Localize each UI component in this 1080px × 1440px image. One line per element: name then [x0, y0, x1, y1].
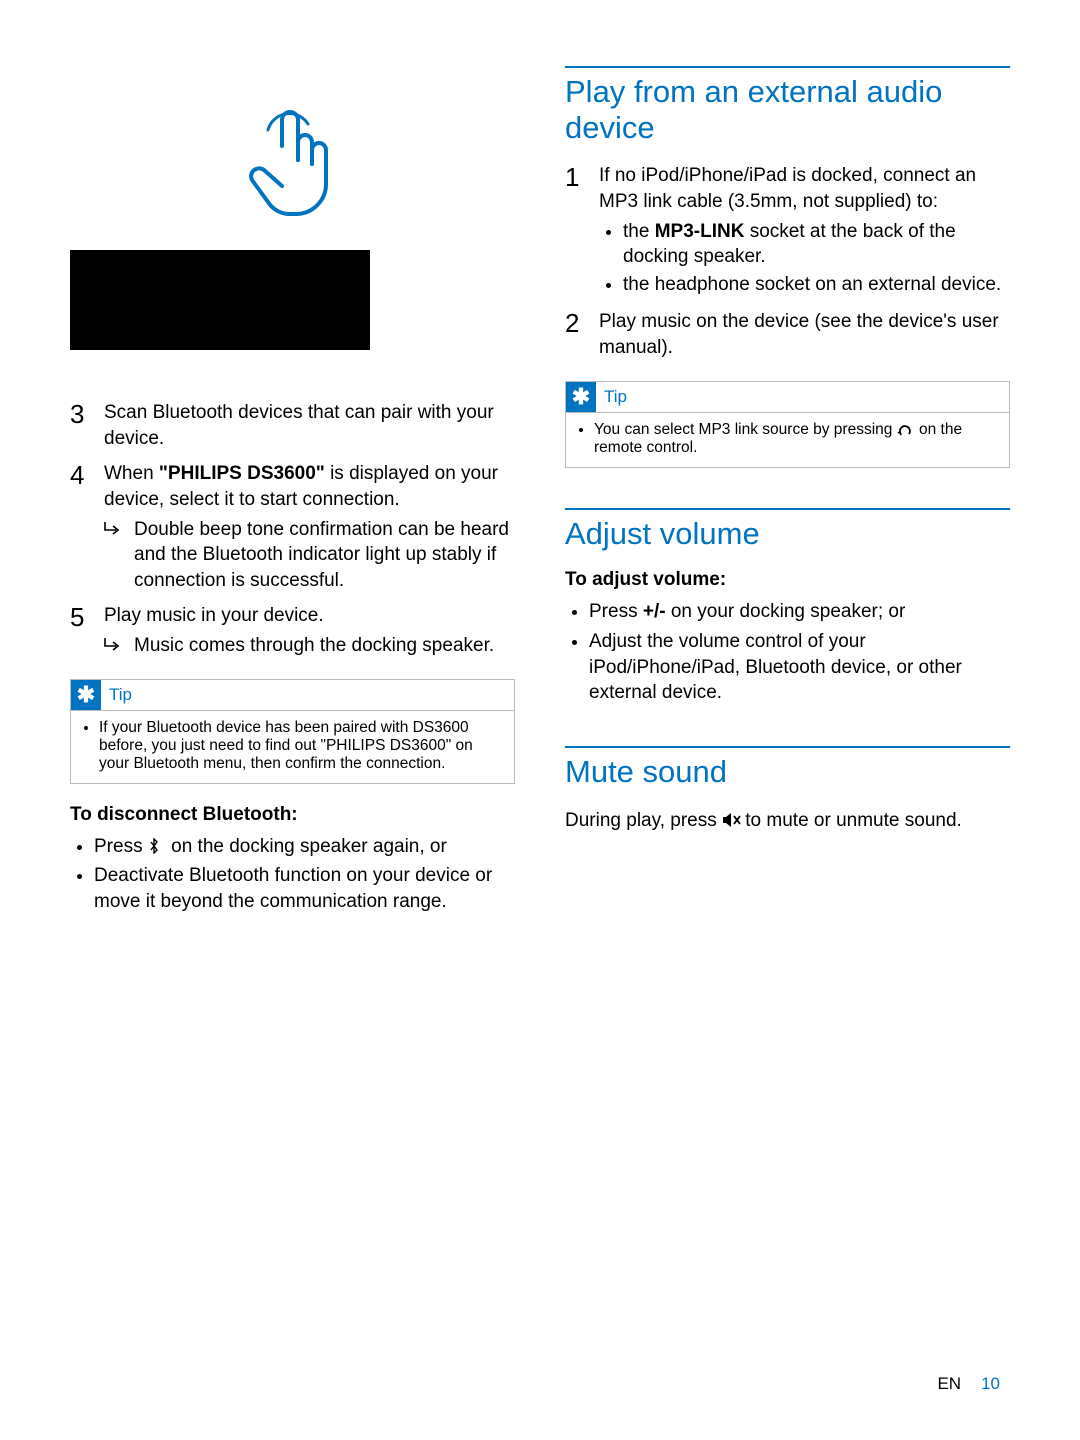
bluetooth-icon	[148, 836, 166, 852]
list-item: Press on the docking speaker again, or	[94, 834, 515, 860]
arrow-text: Music comes through the docking speaker.	[134, 633, 494, 659]
section-mute-sound: Mute sound During play, press to mute or…	[565, 746, 1010, 833]
adjust-list: Press +/- on your docking speaker; or Ad…	[565, 599, 1010, 706]
result-arrow: Music comes through the docking speaker.	[104, 633, 515, 659]
step-text: When "PHILIPS DS3600" is displayed on yo…	[104, 461, 515, 593]
text-post: on your docking speaker; or	[666, 601, 906, 622]
tip-label: Tip	[604, 387, 627, 407]
source-icon	[897, 422, 915, 438]
touch-figure	[70, 100, 515, 230]
tip-box: ✱ Tip You can select MP3 link source by …	[565, 381, 1010, 468]
step-text: If no iPod/iPhone/iPad is docked, connec…	[599, 163, 1010, 299]
tip-header: ✱ Tip	[566, 382, 1009, 413]
step-number: 4	[70, 461, 90, 593]
section-title: Mute sound	[565, 754, 1010, 790]
list-item: Press +/- on your docking speaker; or	[589, 599, 1010, 625]
mute-icon	[722, 810, 740, 826]
step-number: 3	[70, 400, 90, 451]
arrow-icon	[104, 517, 122, 594]
text-pre: You can select MP3 link source by pressi…	[594, 421, 897, 438]
step-text: Play music on the device (see the device…	[599, 309, 1010, 360]
step-text: Scan Bluetooth devices that can pair wit…	[104, 400, 515, 451]
tip-text: You can select MP3 link source by pressi…	[594, 421, 999, 457]
touch-hand-icon	[238, 100, 348, 230]
tip-header: ✱ Tip	[71, 680, 514, 711]
text-bold: MP3-LINK	[655, 221, 745, 242]
step-number: 5	[70, 603, 90, 658]
text-bold: "PHILIPS DS3600"	[159, 463, 325, 484]
arrow-icon	[104, 633, 122, 659]
text-pre: Press	[94, 836, 148, 857]
text-bold: +/-	[643, 601, 666, 622]
text-pre: During play, press	[565, 810, 722, 831]
device-illustration-placeholder	[70, 250, 370, 350]
asterisk-icon: ✱	[71, 680, 101, 710]
step-2: 2 Play music on the device (see the devi…	[565, 309, 1010, 360]
section-adjust-volume: Adjust volume To adjust volume: Press +/…	[565, 508, 1010, 706]
adjust-heading: To adjust volume:	[565, 569, 1010, 591]
list-item: Deactivate Bluetooth function on your de…	[94, 863, 515, 914]
section-title: Play from an external audio device	[565, 74, 1010, 145]
mute-body: During play, press to mute or unmute sou…	[565, 808, 1010, 834]
tip-body: If your Bluetooth device has been paired…	[71, 711, 514, 783]
disconnect-list: Press on the docking speaker again, or D…	[70, 834, 515, 915]
footer-lang: EN	[937, 1374, 961, 1393]
footer-page: 10	[981, 1374, 1000, 1393]
section-title: Adjust volume	[565, 516, 1010, 552]
asterisk-icon: ✱	[566, 382, 596, 412]
arrow-text: Double beep tone confirmation can be hea…	[134, 517, 515, 594]
text-post: to mute or unmute sound.	[740, 810, 962, 831]
text-pre: the	[623, 221, 655, 242]
tip-box: ✱ Tip If your Bluetooth device has been …	[70, 679, 515, 784]
list-item: the headphone socket on an external devi…	[623, 272, 1010, 298]
text-post: on the docking speaker again, or	[166, 836, 447, 857]
result-arrow: Double beep tone confirmation can be hea…	[104, 517, 515, 594]
list-item: the MP3-LINK socket at the back of the d…	[623, 219, 1010, 270]
step-1: 1 If no iPod/iPhone/iPad is docked, conn…	[565, 163, 1010, 299]
section-rule	[565, 746, 1010, 748]
page-footer: EN 10	[937, 1374, 1000, 1394]
tip-body: You can select MP3 link source by pressi…	[566, 413, 1009, 467]
section-play-external: Play from an external audio device 1 If …	[565, 66, 1010, 468]
sub-list: the MP3-LINK socket at the back of the d…	[599, 219, 1010, 298]
right-column: Play from an external audio device 1 If …	[565, 60, 1010, 919]
section-rule	[565, 66, 1010, 68]
section-rule	[565, 508, 1010, 510]
step-number: 1	[565, 163, 585, 299]
tip-label: Tip	[109, 685, 132, 705]
text: Play music in your device.	[104, 605, 324, 626]
text-pre: Press	[589, 601, 643, 622]
step-text: Play music in your device. Music comes t…	[104, 603, 515, 658]
text: If no iPod/iPhone/iPad is docked, connec…	[599, 165, 976, 212]
text-pre: When	[104, 463, 159, 484]
step-5: 5 Play music in your device. Music comes…	[70, 603, 515, 658]
step-4: 4 When "PHILIPS DS3600" is displayed on …	[70, 461, 515, 593]
step-number: 2	[565, 309, 585, 360]
left-column: 3 Scan Bluetooth devices that can pair w…	[70, 60, 515, 919]
list-item: Adjust the volume control of your iPod/i…	[589, 629, 1010, 706]
step-3: 3 Scan Bluetooth devices that can pair w…	[70, 400, 515, 451]
page-content: 3 Scan Bluetooth devices that can pair w…	[0, 0, 1080, 919]
tip-text: If your Bluetooth device has been paired…	[99, 719, 504, 773]
disconnect-heading: To disconnect Bluetooth:	[70, 804, 515, 826]
